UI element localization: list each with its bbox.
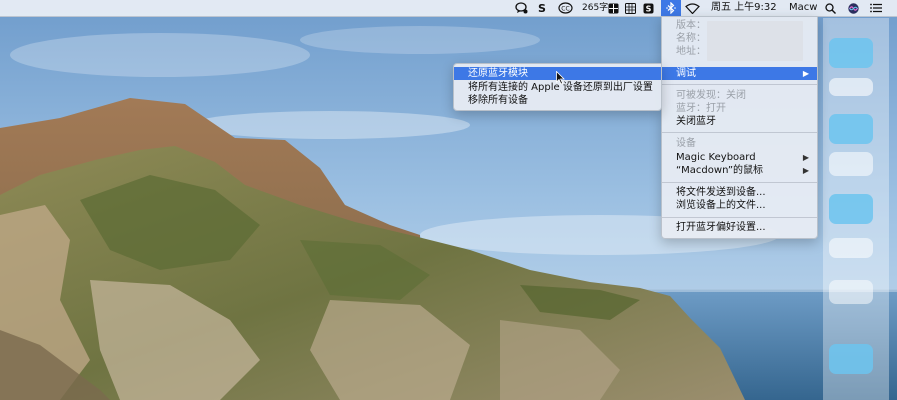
submenu-arrow-icon: ▶ [802,69,809,78]
menu-item-debug[interactable]: 调试 ▶ [662,67,817,80]
bluetooth-status: 蓝牙：打开 [676,103,726,114]
clock[interactable]: 周五 上午9:32 [711,0,777,16]
devices-header: 设备 [676,138,696,149]
notification-tile[interactable] [829,38,873,68]
menu-separator [662,217,817,218]
svg-text:S: S [645,4,651,13]
grid-icon[interactable] [624,2,636,14]
notification-tile[interactable] [829,238,873,258]
table-icon[interactable] [607,2,619,14]
bluetooth-menu: 版本： 名称： 地址： 调试 ▶ 可被发现：关闭 蓝牙：打开 关闭蓝牙 设备 M… [661,16,818,239]
menu-item-remove-all-devices[interactable]: 移除所有设备 [454,94,661,107]
notification-tile[interactable] [829,78,873,96]
menu-separator [662,132,817,133]
mouse-cursor-icon [556,70,565,89]
cc-icon[interactable]: CC [557,2,573,14]
menu-bar: S CC 265字 S 周五 上午9:32 Macw [0,0,897,17]
menu-item-browse-files[interactable]: 浏览设备上的文件... [662,199,817,212]
menu-item-device[interactable]: Magic Keyboard ▶ [662,151,817,164]
submenu-arrow-icon: ▶ [802,153,809,162]
menu-item-device[interactable]: “Macdown”的鼠标 ▶ [662,164,817,177]
submenu-arrow-icon: ▶ [802,166,809,175]
device-name: Magic Keyboard [676,152,756,163]
menu-item-debug-label: 调试 [676,68,696,79]
menu-item-open-preferences[interactable]: 打开蓝牙偏好设置... [662,221,817,234]
notification-strip [823,18,889,400]
notification-tile[interactable] [829,152,873,176]
notification-tile[interactable] [829,194,873,224]
notification-tile[interactable] [829,114,873,144]
s-square-icon[interactable]: S [642,2,654,14]
svg-text:CC: CC [561,6,569,13]
user-name[interactable]: Macw [789,0,817,16]
siri-icon[interactable] [847,2,859,14]
notification-tile[interactable] [829,280,873,304]
device-name: “Macdown”的鼠标 [676,165,764,176]
menu-item-turn-off-bluetooth[interactable]: 关闭蓝牙 [662,115,817,128]
word-count[interactable]: 265字 [582,0,608,16]
redacted-info [707,21,803,61]
menu-separator [662,84,817,85]
s-app-icon[interactable]: S [536,2,548,15]
menu-item-send-file[interactable]: 将文件发送到设备... [662,186,817,199]
list-icon[interactable] [869,2,882,14]
menu-separator [662,182,817,183]
discoverable-status: 可被发现：关闭 [676,90,746,101]
bluetooth-icon[interactable] [665,2,677,14]
chat-icon[interactable] [514,2,528,14]
search-icon[interactable] [824,2,836,14]
notification-tile[interactable] [829,344,873,374]
wifi-icon[interactable] [684,2,700,14]
